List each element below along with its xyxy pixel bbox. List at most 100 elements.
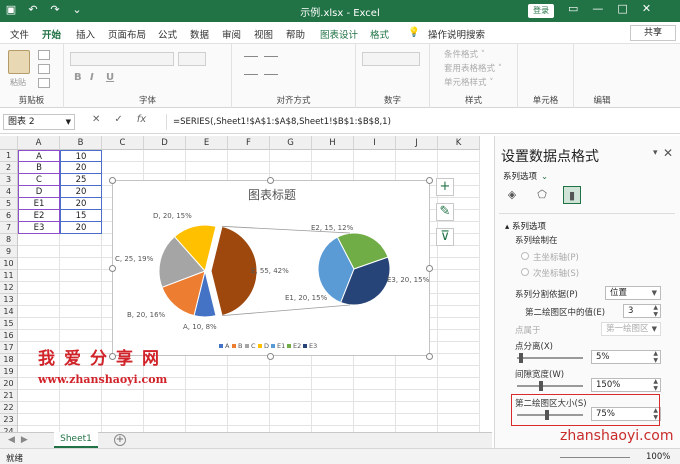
align-center-icon[interactable]: [264, 74, 278, 75]
align-middle-icon[interactable]: [264, 56, 278, 57]
cell[interactable]: 20: [60, 162, 102, 174]
resize-handle[interactable]: [109, 265, 116, 272]
tab-formulas[interactable]: 公式: [158, 27, 177, 41]
row-header[interactable]: 22: [0, 402, 18, 414]
paste-icon[interactable]: [8, 50, 30, 74]
cell[interactable]: [186, 378, 228, 390]
cell[interactable]: [396, 366, 438, 378]
cell[interactable]: [312, 366, 354, 378]
row-header[interactable]: 1: [0, 150, 18, 162]
resize-handle[interactable]: [109, 177, 116, 184]
cell[interactable]: [438, 342, 480, 354]
chart-styles-icon[interactable]: ✎: [436, 203, 454, 221]
cell[interactable]: 20: [60, 186, 102, 198]
gap-width-stepper[interactable]: 150% ▲ ▼: [591, 378, 661, 392]
cut-icon[interactable]: [38, 50, 50, 60]
cell[interactable]: 10: [60, 150, 102, 162]
cell[interactable]: E2: [18, 210, 60, 222]
row-header[interactable]: 8: [0, 234, 18, 246]
pie-of-pie-chart[interactable]: 图表标题 A, 10, 8% B, 20, 16% C, 25, 19% D, 20, …: [113, 181, 431, 357]
restore-button[interactable]: □: [617, 2, 627, 15]
column-header-i[interactable]: I: [354, 136, 396, 150]
row-header[interactable]: 6: [0, 210, 18, 222]
cell[interactable]: D: [18, 186, 60, 198]
cell[interactable]: [438, 282, 480, 294]
tab-insert[interactable]: 插入: [76, 27, 95, 41]
cell[interactable]: [102, 414, 144, 426]
column-header-c[interactable]: C: [102, 136, 144, 150]
cell[interactable]: [60, 390, 102, 402]
cell[interactable]: [354, 366, 396, 378]
cell[interactable]: [144, 162, 186, 174]
cell[interactable]: [102, 402, 144, 414]
cell[interactable]: [60, 318, 102, 330]
resize-handle[interactable]: [267, 177, 274, 184]
cell[interactable]: [270, 150, 312, 162]
select-all-corner[interactable]: [0, 136, 18, 150]
insert-function-icon[interactable]: fx: [137, 114, 146, 130]
cell[interactable]: [270, 378, 312, 390]
cell[interactable]: [60, 306, 102, 318]
cell[interactable]: [270, 390, 312, 402]
cell[interactable]: [18, 234, 60, 246]
chart-elements-icon[interactable]: +: [436, 178, 454, 196]
row-header[interactable]: 19: [0, 366, 18, 378]
cell[interactable]: [18, 282, 60, 294]
tab-home[interactable]: 开始: [42, 27, 62, 46]
zoom-level[interactable]: 100%: [646, 452, 670, 462]
explosion-stepper[interactable]: 5% ▲ ▼: [591, 350, 661, 364]
cell[interactable]: [60, 258, 102, 270]
cell[interactable]: 15: [60, 210, 102, 222]
fill-line-icon[interactable]: ◈: [503, 186, 521, 204]
secondary-axis-radio[interactable]: [521, 268, 529, 276]
tell-me-search[interactable]: 操作说明搜索: [428, 27, 485, 41]
tab-help[interactable]: 帮助: [286, 27, 305, 41]
chart-filter-icon[interactable]: ⊽: [436, 228, 454, 246]
column-header-g[interactable]: G: [270, 136, 312, 150]
cell[interactable]: [186, 162, 228, 174]
cell[interactable]: C: [18, 174, 60, 186]
series-options-dropdown[interactable]: 系列选项 ⌄: [503, 170, 548, 182]
resize-handle[interactable]: [426, 177, 433, 184]
cell[interactable]: [354, 402, 396, 414]
cell[interactable]: [186, 402, 228, 414]
cell[interactable]: [438, 390, 480, 402]
cell[interactable]: E1: [18, 198, 60, 210]
cell[interactable]: [228, 162, 270, 174]
gap-width-slider-thumb[interactable]: [539, 381, 543, 391]
close-icon[interactable]: ✕: [663, 146, 673, 160]
cell[interactable]: [438, 366, 480, 378]
cell[interactable]: [312, 162, 354, 174]
cell[interactable]: [438, 306, 480, 318]
cell[interactable]: [438, 162, 480, 174]
ribbon-options-icon[interactable]: ▭: [568, 2, 578, 15]
cell[interactable]: [438, 414, 480, 426]
name-box[interactable]: 图表 2 ▼: [3, 114, 75, 130]
cell[interactable]: [60, 330, 102, 342]
tab-view[interactable]: 视图: [254, 27, 273, 41]
cell[interactable]: [396, 414, 438, 426]
cell[interactable]: 25: [60, 174, 102, 186]
cell[interactable]: [438, 402, 480, 414]
underline-button[interactable]: U: [106, 72, 114, 83]
cell[interactable]: [60, 234, 102, 246]
resize-handle[interactable]: [426, 353, 433, 360]
format-painter-icon[interactable]: [38, 78, 50, 88]
cell[interactable]: [438, 330, 480, 342]
gap-width-slider[interactable]: [517, 385, 583, 387]
column-header-d[interactable]: D: [144, 136, 186, 150]
cell[interactable]: [186, 414, 228, 426]
cell[interactable]: [186, 390, 228, 402]
row-header[interactable]: 9: [0, 246, 18, 258]
row-header[interactable]: 14: [0, 306, 18, 318]
row-header[interactable]: 13: [0, 294, 18, 306]
cell[interactable]: [144, 402, 186, 414]
row-header[interactable]: 5: [0, 198, 18, 210]
point-belongs-select[interactable]: 第一绘图区 ▼: [601, 322, 661, 336]
row-header[interactable]: 12: [0, 282, 18, 294]
cell[interactable]: [354, 390, 396, 402]
cell[interactable]: [186, 150, 228, 162]
cell[interactable]: [60, 414, 102, 426]
column-header-h[interactable]: H: [312, 136, 354, 150]
chevron-down-icon[interactable]: ▼: [66, 115, 71, 129]
